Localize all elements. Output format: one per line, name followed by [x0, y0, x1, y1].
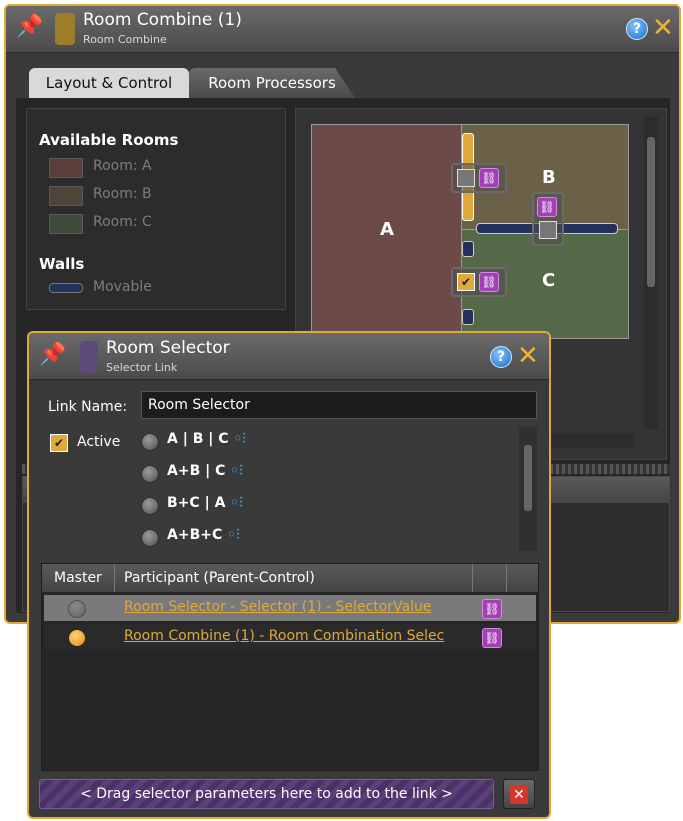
- legend-panel: Available Rooms Room: A Room: B Room: C …: [26, 108, 286, 310]
- combination-radio[interactable]: [141, 497, 159, 515]
- link-icon[interactable]: ◦⫶: [233, 431, 245, 447]
- help-button[interactable]: ?: [626, 18, 648, 40]
- combination-label: A+B | C ◦⫶: [167, 463, 243, 479]
- active-checkbox[interactable]: ✔: [50, 434, 68, 452]
- room-a-letter: A: [380, 219, 394, 240]
- combination-label: A | B | C ◦⫶: [167, 431, 246, 447]
- wall-ac-segment-bottom[interactable]: [462, 309, 474, 325]
- combination-radio[interactable]: [141, 465, 159, 483]
- participant-column-header[interactable]: Participant (Parent-Control): [124, 570, 315, 586]
- combination-radio[interactable]: [141, 433, 159, 451]
- available-rooms-heading: Available Rooms: [39, 131, 179, 149]
- scroll-thumb[interactable]: [524, 445, 532, 511]
- room-c-letter: C: [542, 270, 556, 291]
- component-swatch: [80, 341, 98, 373]
- wall-ac-checkbox[interactable]: ✔: [457, 273, 475, 291]
- table-row[interactable]: Room Selector - Selector (1) - SelectorV…: [44, 595, 536, 621]
- popup-subtitle: Selector Link: [106, 361, 178, 374]
- title-bar[interactable]: 📌 Room Combine (1) Room Combine ? ✕: [6, 6, 679, 53]
- master-radio[interactable]: [68, 600, 86, 618]
- pin-icon[interactable]: 📌: [39, 342, 66, 367]
- movable-wall-swatch[interactable]: [49, 283, 83, 293]
- window-subtitle: Room Combine: [83, 33, 167, 46]
- column-divider: [472, 564, 473, 592]
- room-selector-window: 📌 Room Selector Selector Link ? ✕ Link N…: [27, 331, 551, 819]
- walls-heading: Walls: [39, 255, 85, 273]
- close-button[interactable]: ✕: [652, 15, 674, 41]
- grid-header: Master Participant (Parent-Control): [42, 564, 538, 592]
- canvas-vertical-scrollbar[interactable]: [644, 117, 658, 429]
- close-button[interactable]: ✕: [517, 343, 539, 369]
- wall-ac-segment-top[interactable]: [462, 241, 474, 257]
- combination-label: B+C | A ◦⫶: [167, 495, 243, 511]
- wall-bc-handle[interactable]: ⛓: [532, 192, 564, 246]
- link-icon[interactable]: ◦⫶: [230, 463, 242, 479]
- movable-wall-label: Movable: [93, 279, 152, 295]
- wall-ab-toggle[interactable]: [457, 169, 475, 187]
- room-a-swatch[interactable]: [49, 158, 83, 178]
- popup-title: Room Selector: [106, 338, 230, 358]
- active-label: Active: [77, 434, 121, 450]
- wall-bc-toggle[interactable]: [539, 221, 557, 239]
- link-name-label: Link Name:: [48, 399, 128, 415]
- link-icon[interactable]: ◦⫶: [230, 495, 242, 511]
- pin-icon[interactable]: 📌: [16, 14, 43, 39]
- drop-zone[interactable]: < Drag selector parameters here to add t…: [39, 779, 494, 809]
- master-radio[interactable]: [68, 629, 86, 647]
- room-c-swatch[interactable]: [49, 214, 83, 234]
- column-divider: [114, 564, 115, 592]
- room-a-label: Room: A: [93, 158, 152, 174]
- popup-title-bar[interactable]: 📌 Room Selector Selector Link ? ✕: [29, 333, 549, 380]
- link-icon[interactable]: ⛓: [482, 628, 502, 648]
- wall-ac-handle[interactable]: ✔ ⛓: [451, 267, 507, 297]
- participants-grid: Master Participant (Parent-Control) Room…: [41, 563, 539, 771]
- room-b-label: Room: B: [93, 186, 152, 202]
- room-b-letter: B: [542, 167, 556, 188]
- link-icon[interactable]: ⛓: [482, 599, 502, 619]
- delete-icon: ✕: [510, 786, 528, 804]
- link-icon[interactable]: ⛓: [479, 272, 499, 292]
- participant-link[interactable]: Room Combine (1) - Room Combination Sele…: [124, 628, 444, 644]
- scroll-thumb[interactable]: [647, 137, 655, 287]
- participant-link[interactable]: Room Selector - Selector (1) - SelectorV…: [124, 599, 431, 615]
- combinations-scrollbar[interactable]: [519, 427, 537, 551]
- combination-label: A+B+C ◦⫶: [167, 527, 240, 543]
- room-c-label: Room: C: [93, 214, 152, 230]
- room-b-swatch[interactable]: [49, 186, 83, 206]
- help-button[interactable]: ?: [490, 346, 512, 368]
- tab-layout-control[interactable]: Layout & Control: [29, 68, 189, 98]
- remove-button[interactable]: ✕: [503, 779, 535, 809]
- component-swatch: [55, 13, 75, 45]
- tab-room-processors[interactable]: Room Processors: [189, 68, 355, 98]
- link-icon[interactable]: ⛓: [479, 168, 499, 188]
- link-name-input[interactable]: [141, 391, 537, 419]
- link-icon[interactable]: ⛓: [537, 197, 557, 217]
- room-a[interactable]: A: [311, 124, 463, 339]
- link-icon[interactable]: ◦⫶: [227, 527, 239, 543]
- column-divider: [506, 564, 507, 592]
- combination-radio[interactable]: [141, 529, 159, 547]
- window-title: Room Combine (1): [83, 10, 242, 30]
- table-row[interactable]: Room Combine (1) - Room Combination Sele…: [44, 624, 536, 650]
- master-column-header[interactable]: Master: [54, 570, 102, 586]
- wall-ab-handle[interactable]: ⛓: [451, 163, 507, 193]
